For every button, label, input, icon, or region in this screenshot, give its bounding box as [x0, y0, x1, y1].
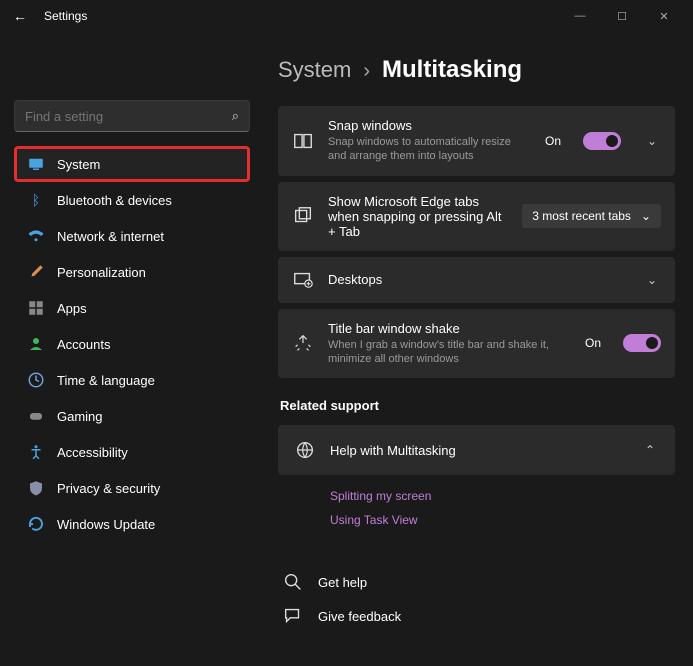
sidebar-item-gaming[interactable]: Gaming [14, 398, 250, 434]
sidebar-item-label: Bluetooth & devices [57, 193, 172, 208]
page-title: Multitasking [382, 56, 522, 84]
footer: Get help Give feedback [278, 565, 675, 633]
window-title: Settings [44, 9, 87, 23]
sidebar-item-label: Apps [57, 301, 87, 316]
bluetooth-icon: ᛒ [27, 191, 45, 209]
update-icon [27, 515, 45, 533]
desktops-icon [292, 269, 314, 291]
sidebar-item-privacy[interactable]: Privacy & security [14, 470, 250, 506]
search-icon: ⌕ [232, 108, 239, 124]
support-links: Splitting my screen Using Task View [278, 475, 675, 541]
sidebar-item-accounts[interactable]: Accounts [14, 326, 250, 362]
sidebar-item-label: Time & language [57, 373, 155, 388]
title-bar: ← Settings — ☐ ✕ [0, 0, 693, 32]
toggle-status: On [545, 134, 561, 148]
apps-icon [27, 299, 45, 317]
breadcrumb: System › Multitasking [278, 56, 675, 84]
card-title: Title bar window shake [328, 321, 571, 336]
chevron-down-icon: ⌄ [641, 209, 651, 223]
edge-tabs-icon [292, 205, 314, 227]
sidebar-item-accessibility[interactable]: Accessibility [14, 434, 250, 470]
dropdown-value: 3 most recent tabs [532, 209, 631, 223]
paintbrush-icon [27, 263, 45, 281]
sidebar-item-network[interactable]: Network & internet [14, 218, 250, 254]
minimize-button[interactable]: — [559, 10, 601, 22]
help-title: Help with Multitasking [330, 443, 619, 458]
shake-icon [292, 332, 314, 354]
edge-tabs-dropdown[interactable]: 3 most recent tabs ⌄ [522, 204, 661, 228]
sidebar-item-label: Accessibility [57, 445, 128, 460]
wifi-icon [27, 227, 45, 245]
edge-tabs-card[interactable]: Show Microsoft Edge tabs when snapping o… [278, 182, 675, 251]
card-title: Desktops [328, 272, 621, 287]
snap-icon [292, 130, 314, 152]
sidebar-item-label: Personalization [57, 265, 146, 280]
card-title: Snap windows [328, 118, 531, 133]
accounts-icon [27, 335, 45, 353]
card-subtitle: Snap windows to automatically resize and… [328, 135, 531, 164]
sidebar-item-label: Network & internet [57, 229, 164, 244]
sidebar-item-personalization[interactable]: Personalization [14, 254, 250, 290]
toggle-status: On [585, 336, 601, 350]
globe-help-icon [294, 439, 316, 461]
maximize-button[interactable]: ☐ [601, 10, 643, 23]
desktops-card[interactable]: Desktops ⌄ [278, 257, 675, 303]
sidebar-item-label: Windows Update [57, 517, 155, 532]
back-button[interactable]: ← [8, 8, 32, 24]
sidebar-item-system[interactable]: System [14, 146, 250, 182]
chevron-up-icon[interactable]: ⌃ [641, 443, 659, 457]
gaming-icon [27, 407, 45, 425]
snap-toggle[interactable] [583, 132, 621, 150]
chevron-right-icon: › [363, 60, 370, 83]
support-link-taskview[interactable]: Using Task View [330, 513, 675, 527]
card-subtitle: When I grab a window's title bar and sha… [328, 338, 571, 367]
sidebar-item-windows-update[interactable]: Windows Update [14, 506, 250, 542]
related-support-heading: Related support [280, 398, 675, 413]
system-icon [27, 155, 45, 173]
sidebar-item-label: Gaming [57, 409, 103, 424]
get-help-link[interactable]: Get help [278, 565, 675, 599]
shake-toggle[interactable] [623, 334, 661, 352]
support-link-splitting[interactable]: Splitting my screen [330, 489, 675, 503]
search-input[interactable] [25, 109, 232, 124]
sidebar-item-apps[interactable]: Apps [14, 290, 250, 326]
chevron-down-icon[interactable]: ⌄ [643, 134, 661, 148]
main-content: System › Multitasking Snap windows Snap … [260, 32, 693, 666]
shield-icon [27, 479, 45, 497]
sidebar-item-label: System [57, 157, 100, 172]
chevron-down-icon[interactable]: ⌄ [643, 273, 661, 287]
help-icon [282, 571, 304, 593]
sidebar-item-label: Accounts [57, 337, 110, 352]
help-multitasking-row[interactable]: Help with Multitasking ⌃ [278, 425, 675, 475]
title-bar-shake-card[interactable]: Title bar window shake When I grab a win… [278, 309, 675, 379]
card-title: Show Microsoft Edge tabs when snapping o… [328, 194, 508, 239]
feedback-icon [282, 605, 304, 627]
breadcrumb-parent[interactable]: System [278, 57, 351, 83]
sidebar-item-time-language[interactable]: Time & language [14, 362, 250, 398]
accessibility-icon [27, 443, 45, 461]
give-feedback-link[interactable]: Give feedback [278, 599, 675, 633]
snap-windows-card[interactable]: Snap windows Snap windows to automatical… [278, 106, 675, 176]
sidebar-item-bluetooth[interactable]: ᛒ Bluetooth & devices [14, 182, 250, 218]
sidebar: ⌕ System ᛒ Bluetooth & devices Network &… [0, 32, 260, 666]
sidebar-item-label: Privacy & security [57, 481, 160, 496]
close-button[interactable]: ✕ [643, 10, 685, 23]
clock-globe-icon [27, 371, 45, 389]
search-box[interactable]: ⌕ [14, 100, 250, 132]
